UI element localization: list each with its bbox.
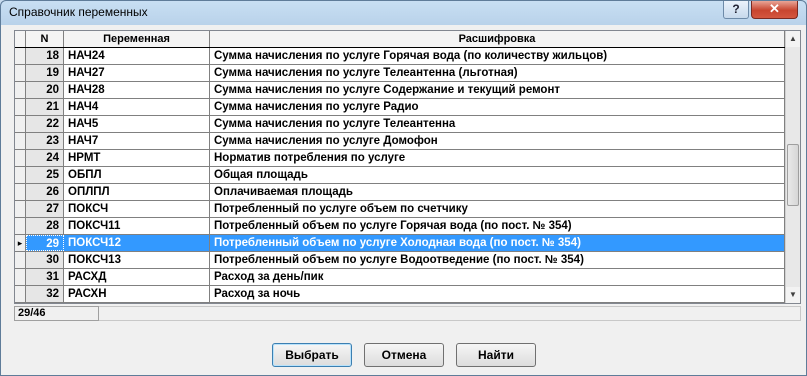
row-indicator	[15, 48, 26, 64]
title-bar[interactable]: Справочник переменных ? ✕	[1, 1, 806, 25]
row-variable: НАЧ24	[64, 48, 210, 64]
row-number: 27	[26, 201, 64, 217]
table-row[interactable]: 19 НАЧ27 Сумма начисления по услуге Телеан…	[15, 65, 785, 82]
row-indicator	[15, 167, 26, 183]
row-description: Норматив потребления по услуге	[210, 150, 785, 166]
table-row[interactable]: 28 ПОКСЧ11 Потребленный объем по услуге Го…	[15, 218, 785, 235]
row-description: Расход за день/пик	[210, 269, 785, 285]
row-indicator: ▸	[15, 235, 26, 251]
scroll-down-icon[interactable]: ▼	[786, 287, 800, 303]
row-variable: ПОКСЧ13	[64, 252, 210, 268]
row-number: 28	[26, 218, 64, 234]
vertical-scrollbar[interactable]: ▲ ▼	[785, 31, 800, 303]
row-variable: ПОКСЧ	[64, 201, 210, 217]
row-number: 18	[26, 48, 64, 64]
row-description: Потребленный по услуге объем по счетчику	[210, 201, 785, 217]
row-description: Сумма начисления по услуге Телеантенна	[210, 116, 785, 132]
row-variable: НРМТ	[64, 150, 210, 166]
row-description: Сумма начисления по услуге Радио	[210, 99, 785, 115]
header-indicator	[15, 31, 26, 47]
row-indicator	[15, 286, 26, 302]
row-description: Сумма начисления по услуге Содержание и …	[210, 82, 785, 98]
row-variable: ОПЛПЛ	[64, 184, 210, 200]
find-button[interactable]: Найти	[456, 343, 536, 367]
grid-rows: 18 НАЧ24 Сумма начисления по услуге Горяча…	[15, 48, 785, 303]
row-indicator	[15, 65, 26, 81]
row-variable: ПОКСЧ12	[64, 235, 210, 251]
scroll-thumb[interactable]	[787, 144, 799, 206]
row-variable: РАСХН	[64, 286, 210, 302]
header-description[interactable]: Расшифровка	[210, 31, 785, 47]
row-number: 31	[26, 269, 64, 285]
table-row[interactable]: 21 НАЧ4 Сумма начисления по услуге Радио	[15, 99, 785, 116]
status-bar	[99, 306, 801, 321]
row-indicator	[15, 269, 26, 285]
row-number: 26	[26, 184, 64, 200]
table-row[interactable]: 30 ПОКСЧ13 Потребленный объем по услуге Во…	[15, 252, 785, 269]
row-indicator	[15, 184, 26, 200]
table-row[interactable]: 31 РАСХД Расход за день/пик	[15, 269, 785, 286]
header-variable[interactable]: Переменная	[64, 31, 210, 47]
row-indicator	[15, 201, 26, 217]
row-description: Сумма начисления по услуге Телеантенна (…	[210, 65, 785, 81]
row-description: Потребленный объем по услуге Водоотведен…	[210, 252, 785, 268]
row-indicator	[15, 218, 26, 234]
row-number: 30	[26, 252, 64, 268]
row-number: 32	[26, 286, 64, 302]
row-number: 19	[26, 65, 64, 81]
row-variable: НАЧ28	[64, 82, 210, 98]
row-indicator	[15, 82, 26, 98]
row-variable: ПОКСЧ11	[64, 218, 210, 234]
select-button[interactable]: Выбрать	[272, 343, 352, 367]
header-n[interactable]: N	[26, 31, 64, 47]
row-number: 21	[26, 99, 64, 115]
row-variable: ОБПЛ	[64, 167, 210, 183]
row-description: Потребленный объем по услуге Горячая вод…	[210, 218, 785, 234]
table-row[interactable]: 20 НАЧ28 Сумма начисления по услуге Содерж…	[15, 82, 785, 99]
variables-grid[interactable]: N Переменная Расшифровка 18 НАЧ24 Сумма на…	[14, 30, 801, 304]
row-indicator	[15, 252, 26, 268]
row-indicator	[15, 99, 26, 115]
row-variable: НАЧ27	[64, 65, 210, 81]
row-number: 23	[26, 133, 64, 149]
row-number: 20	[26, 82, 64, 98]
scroll-up-icon[interactable]: ▲	[786, 31, 800, 47]
row-variable: НАЧ5	[64, 116, 210, 132]
row-description: Сумма начисления по услуге Горячая вода …	[210, 48, 785, 64]
row-number: 25	[26, 167, 64, 183]
table-row[interactable]: 26 ОПЛПЛ Оплачиваемая площадь	[15, 184, 785, 201]
row-description: Сумма начисления по услуге Домофон	[210, 133, 785, 149]
help-button[interactable]: ?	[723, 1, 749, 19]
row-description: Общая площадь	[210, 167, 785, 183]
row-variable: НАЧ4	[64, 99, 210, 115]
table-row[interactable]: 25 ОБПЛ Общая площадь	[15, 167, 785, 184]
table-row[interactable]: 27 ПОКСЧ Потребленный по услуге объем по с…	[15, 201, 785, 218]
grid-header: N Переменная Расшифровка	[15, 31, 785, 48]
row-indicator	[15, 150, 26, 166]
table-row[interactable]: 32 РАСХН Расход за ночь	[15, 286, 785, 303]
row-description: Расход за ночь	[210, 286, 785, 302]
record-position: 29/46	[14, 306, 99, 321]
dialog-window: Справочник переменных ? ✕ N Переменная Р…	[0, 0, 807, 376]
window-title: Справочник переменных	[9, 5, 148, 19]
row-variable: РАСХД	[64, 269, 210, 285]
cancel-button[interactable]: Отмена	[364, 343, 444, 367]
row-number: 29	[26, 235, 64, 251]
table-row[interactable]: 24 НРМТ Норматив потребления по услуге	[15, 150, 785, 167]
table-row[interactable]: 22 НАЧ5 Сумма начисления по услуге Телеант…	[15, 116, 785, 133]
table-row[interactable]: ▸ 29 ПОКСЧ12 Потребленный объем по услуге Х…	[15, 235, 785, 252]
table-row[interactable]: 18 НАЧ24 Сумма начисления по услуге Горяча…	[15, 48, 785, 65]
row-indicator	[15, 116, 26, 132]
row-variable: НАЧ7	[64, 133, 210, 149]
row-number: 24	[26, 150, 64, 166]
row-description: Потребленный объем по услуге Холодная во…	[210, 235, 785, 251]
row-description: Оплачиваемая площадь	[210, 184, 785, 200]
close-button[interactable]: ✕	[751, 1, 798, 19]
row-indicator	[15, 133, 26, 149]
dialog-body: N Переменная Расшифровка 18 НАЧ24 Сумма на…	[7, 25, 801, 370]
table-row[interactable]: 23 НАЧ7 Сумма начисления по услуге Домофон	[15, 133, 785, 150]
row-number: 22	[26, 116, 64, 132]
